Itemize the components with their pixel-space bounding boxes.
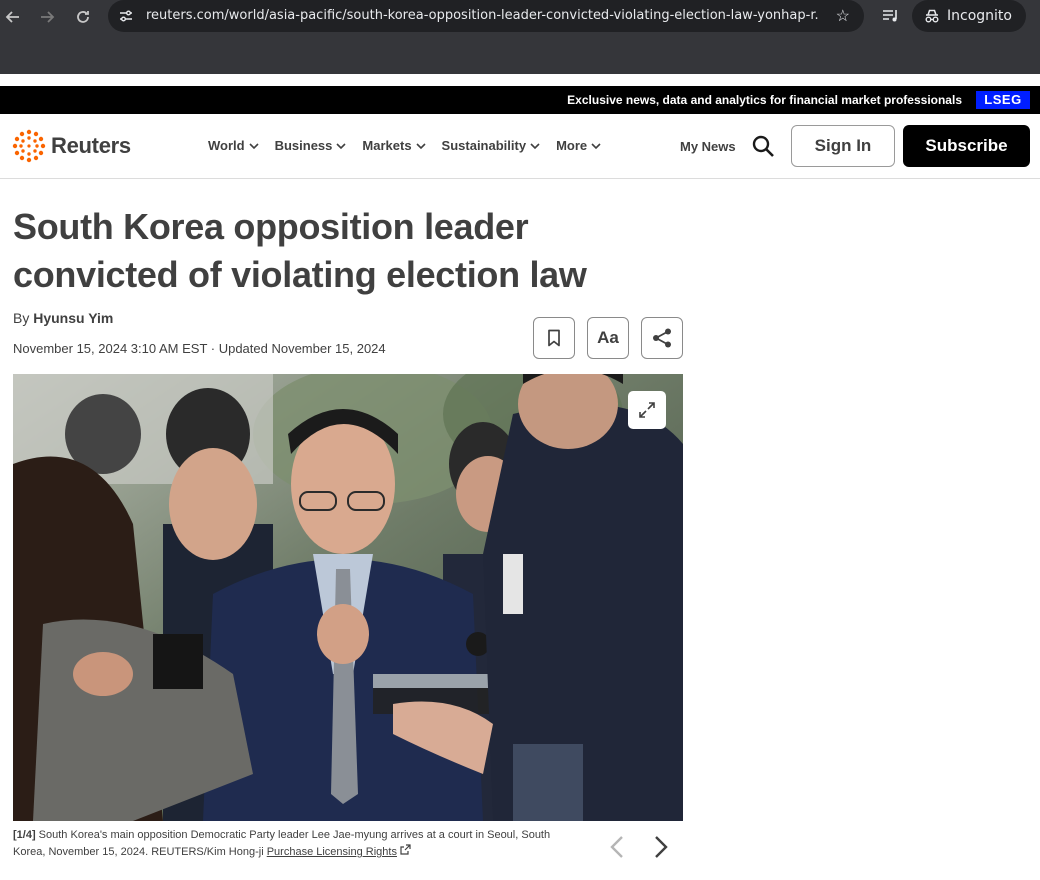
promo-banner-text[interactable]: Exclusive news, data and analytics for f…	[567, 93, 962, 107]
nav-item-label: Business	[274, 138, 333, 153]
share-icon	[653, 328, 671, 348]
incognito-label: Incognito	[947, 8, 1012, 24]
nav-item-label: World	[208, 138, 245, 153]
nav-item-markets[interactable]: Markets	[362, 138, 426, 153]
article-dateline: November 15, 2024 3:10 AM EST · Updated …	[13, 341, 386, 356]
article-photo[interactable]	[13, 374, 683, 821]
reuters-logo-icon	[12, 129, 46, 163]
promo-banner[interactable]: Exclusive news, data and analytics for f…	[0, 86, 1040, 114]
share-button[interactable]	[641, 317, 683, 359]
bookmark-star-icon[interactable]: ☆	[836, 6, 850, 26]
nav-item-business[interactable]: Business	[275, 138, 347, 153]
page-top-gap	[0, 74, 1040, 86]
save-article-button[interactable]	[533, 317, 575, 359]
site-header: Reuters World Business Markets Sustainab…	[0, 114, 1040, 179]
purchase-licensing-link[interactable]: Purchase Licensing Rights	[267, 846, 397, 858]
chevron-down-icon	[415, 142, 426, 149]
chevron-down-icon	[249, 142, 259, 149]
byline-prefix: By	[13, 310, 34, 326]
nav-item-label: Sustainability	[441, 138, 527, 153]
forward-arrow-icon[interactable]	[36, 6, 58, 28]
back-arrow-icon[interactable]	[2, 6, 24, 28]
author-link[interactable]: Hyunsu Yim	[33, 310, 113, 326]
browser-chrome: reuters.com/world/asia-pacific/south-kor…	[0, 0, 1040, 74]
gallery-next-button[interactable]	[647, 833, 675, 861]
bookmark-icon	[548, 329, 560, 347]
chevron-down-icon	[530, 142, 540, 149]
my-news-link[interactable]: My News	[680, 139, 736, 154]
url-text[interactable]: reuters.com/world/asia-pacific/south-kor…	[146, 8, 818, 23]
incognito-icon	[925, 9, 939, 23]
nav-item-label: More	[556, 138, 588, 153]
subscribe-button[interactable]: Subscribe	[903, 125, 1030, 167]
incognito-profile-button[interactable]: Incognito	[912, 0, 1026, 32]
byline: By Hyunsu Yim	[13, 310, 113, 326]
nav-item-more[interactable]: More	[556, 138, 601, 153]
reading-list-icon[interactable]	[882, 8, 900, 24]
chevron-down-icon	[336, 142, 346, 149]
expand-photo-button[interactable]	[628, 391, 666, 429]
site-settings-icon[interactable]	[118, 8, 134, 24]
gallery-count: [1/4]	[13, 829, 36, 841]
search-icon[interactable]	[751, 134, 775, 158]
headline-line-1: South Korea opposition leader	[13, 206, 529, 247]
photo-illustration	[13, 374, 683, 821]
reuters-logo-text: Reuters	[51, 133, 131, 158]
address-bar[interactable]: reuters.com/world/asia-pacific/south-kor…	[108, 0, 864, 32]
lseg-logo[interactable]: LSEG	[976, 91, 1030, 109]
reload-icon[interactable]	[72, 6, 94, 28]
text-size-button[interactable]: Aa	[587, 317, 629, 359]
external-link-icon[interactable]	[400, 844, 411, 855]
chevron-left-icon	[610, 836, 623, 858]
photo-caption: [1/4] South Korea's main opposition Demo…	[13, 827, 573, 861]
headline-line-2: convicted of violating election law	[13, 254, 587, 295]
nav-item-label: Markets	[362, 138, 412, 153]
nav-item-sustainability[interactable]: Sustainability	[442, 138, 541, 153]
sign-in-button[interactable]: Sign In	[791, 125, 895, 167]
gallery-previous-button[interactable]	[603, 833, 631, 861]
nav-item-world[interactable]: World	[208, 138, 259, 153]
article-headline: South Korea opposition leader convicted …	[13, 203, 653, 299]
main-nav: World Business Markets Sustainability Mo…	[208, 138, 617, 153]
reuters-logo[interactable]: Reuters	[12, 129, 131, 163]
expand-icon	[639, 402, 655, 418]
chevron-down-icon	[591, 142, 601, 149]
chevron-right-icon	[655, 836, 668, 858]
